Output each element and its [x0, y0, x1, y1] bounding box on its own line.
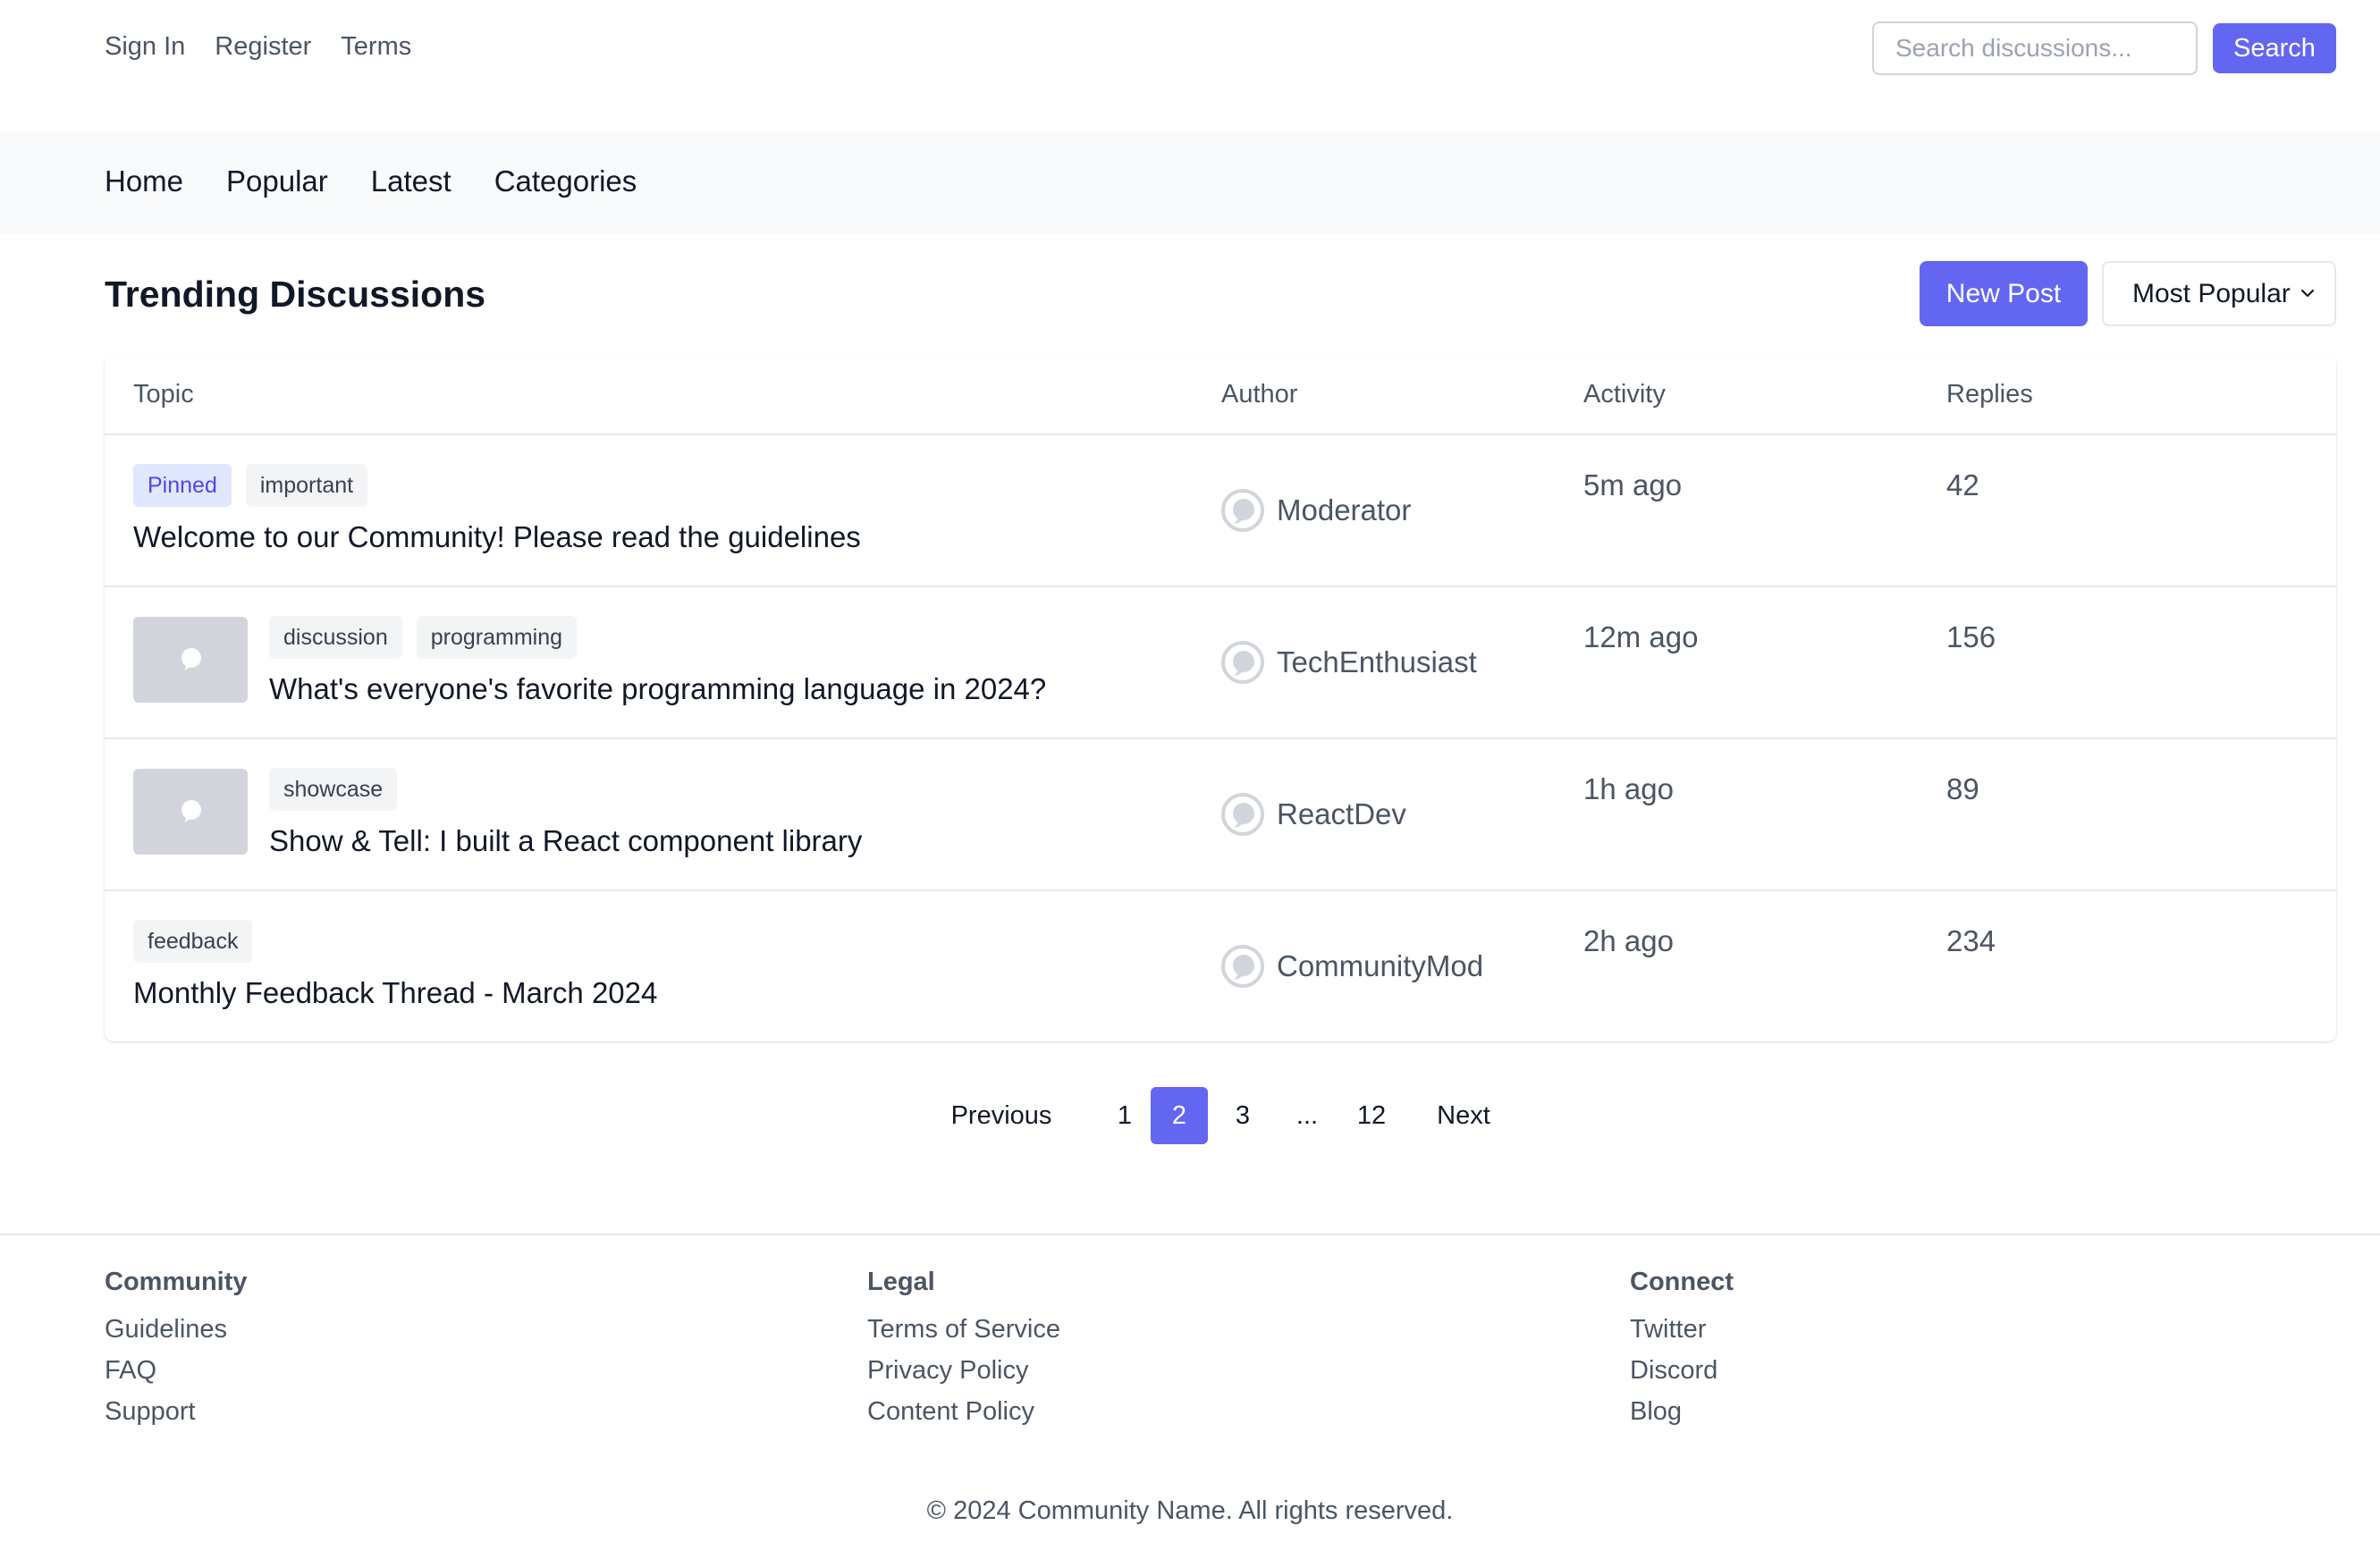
page-3-button[interactable]: 3	[1214, 1087, 1271, 1144]
sort-select[interactable]: Most Popular	[2102, 261, 2336, 326]
footer-link-content-policy[interactable]: Content Policy	[867, 1397, 1060, 1427]
image-placeholder-icon	[181, 648, 201, 670]
author-name: ReactDev	[1277, 797, 1406, 830]
thumbnail-image	[133, 617, 248, 703]
top-links: Sign In Register Terms	[105, 32, 411, 62]
page-2-button[interactable]: 2	[1151, 1087, 1208, 1144]
footer-heading: Connect	[1630, 1268, 1734, 1296]
previous-page-button[interactable]: Previous	[933, 1087, 1069, 1144]
image-placeholder-icon	[181, 800, 201, 822]
author-name: TechEnthusiast	[1277, 645, 1477, 678]
footer-link-twitter[interactable]: Twitter	[1630, 1315, 1734, 1344]
topic-title[interactable]: What's everyone's favorite programming l…	[269, 672, 1046, 706]
reply-count: 89	[1946, 772, 1979, 805]
footer: Community Guidelines FAQ Support Legal T…	[0, 1234, 2380, 1559]
tag-list: Pinned important	[133, 464, 368, 507]
column-activity: Activity	[1583, 380, 1666, 409]
page-1-button[interactable]: 1	[1096, 1087, 1153, 1144]
activity-time: 2h ago	[1583, 924, 1674, 957]
page-12-button[interactable]: 12	[1343, 1087, 1400, 1144]
main-nav: Home Popular Latest Categories	[0, 132, 2380, 233]
tag[interactable]: feedback	[133, 920, 253, 963]
pagination: Previous 1 2 3 ... 12 Next	[0, 1087, 2380, 1144]
sort-select-value: Most Popular	[2132, 278, 2291, 308]
activity-time: 1h ago	[1583, 772, 1674, 805]
tag[interactable]: programming	[416, 616, 578, 659]
pinned-badge[interactable]: Pinned	[133, 464, 232, 507]
discussions-table: Topic Author Activity Replies Pinned imp…	[105, 356, 2336, 1041]
author[interactable]: CommunityMod	[1221, 945, 1483, 988]
topic-title[interactable]: Monthly Feedback Thread - March 2024	[133, 976, 657, 1010]
tag-list: discussion programming	[269, 616, 578, 659]
footer-link-terms-of-service[interactable]: Terms of Service	[867, 1315, 1060, 1344]
author-name: CommunityMod	[1277, 949, 1484, 982]
activity-time: 12m ago	[1583, 620, 1699, 653]
nav-latest[interactable]: Latest	[371, 164, 452, 198]
table-row[interactable]: showcase Show & Tell: I built a React co…	[105, 739, 2336, 891]
footer-link-blog[interactable]: Blog	[1630, 1397, 1734, 1427]
nav-popular[interactable]: Popular	[226, 164, 328, 198]
tag-list: feedback	[133, 920, 253, 963]
footer-column-legal: Legal Terms of Service Privacy Policy Co…	[867, 1268, 1060, 1438]
tag[interactable]: showcase	[269, 768, 398, 811]
table-row[interactable]: Pinned important Welcome to our Communit…	[105, 435, 2336, 587]
avatar-icon	[1221, 641, 1264, 684]
page-ellipsis: ...	[1295, 1100, 1319, 1130]
avatar-icon	[1221, 793, 1264, 836]
nav-home[interactable]: Home	[105, 164, 183, 198]
nav-categories[interactable]: Categories	[494, 164, 637, 198]
tag[interactable]: discussion	[269, 616, 402, 659]
table-row[interactable]: discussion programming What's everyone's…	[105, 587, 2336, 739]
copyright-text: © 2024 Community Name. All rights reserv…	[926, 1496, 1454, 1525]
page-title: Trending Discussions	[105, 274, 486, 315]
new-post-button[interactable]: New Post	[1920, 261, 2088, 326]
thumbnail-image	[133, 769, 248, 855]
sign-in-link[interactable]: Sign In	[105, 32, 185, 62]
topic-title[interactable]: Welcome to our Community! Please read th…	[133, 520, 861, 554]
search-bar: Search	[1872, 21, 2336, 75]
search-button[interactable]: Search	[2213, 23, 2336, 73]
register-link[interactable]: Register	[215, 32, 311, 62]
footer-link-guidelines[interactable]: Guidelines	[105, 1315, 248, 1344]
author-name: Moderator	[1277, 493, 1412, 527]
author[interactable]: Moderator	[1221, 489, 1411, 532]
reply-count: 234	[1946, 924, 1996, 957]
avatar-icon	[1221, 489, 1264, 532]
author[interactable]: TechEnthusiast	[1221, 641, 1477, 684]
footer-heading: Community	[105, 1268, 248, 1296]
footer-link-support[interactable]: Support	[105, 1397, 248, 1427]
avatar-icon	[1221, 945, 1264, 988]
table-header: Topic Author Activity Replies	[105, 356, 2336, 435]
table-row[interactable]: feedback Monthly Feedback Thread - March…	[105, 891, 2336, 1041]
footer-column-community: Community Guidelines FAQ Support	[105, 1268, 248, 1438]
footer-link-discord[interactable]: Discord	[1630, 1356, 1734, 1386]
next-page-button[interactable]: Next	[1423, 1087, 1504, 1144]
topic-title[interactable]: Show & Tell: I built a React component l…	[269, 824, 862, 858]
tag[interactable]: important	[245, 464, 368, 507]
column-topic: Topic	[133, 380, 194, 409]
footer-column-connect: Connect Twitter Discord Blog	[1630, 1268, 1734, 1438]
footer-heading: Legal	[867, 1268, 935, 1296]
terms-link[interactable]: Terms	[341, 32, 411, 62]
footer-link-privacy-policy[interactable]: Privacy Policy	[867, 1356, 1060, 1386]
footer-link-faq[interactable]: FAQ	[105, 1356, 248, 1386]
activity-time: 5m ago	[1583, 468, 1683, 501]
tag-list: showcase	[269, 768, 398, 811]
reply-count: 156	[1946, 620, 1996, 653]
column-author: Author	[1221, 380, 1298, 409]
search-input[interactable]	[1872, 21, 2198, 75]
chevron-down-icon	[2300, 289, 2315, 298]
column-replies: Replies	[1946, 380, 2033, 409]
reply-count: 42	[1946, 468, 1979, 501]
top-bar: Sign In Register Terms Search	[0, 0, 2380, 132]
author[interactable]: ReactDev	[1221, 793, 1406, 836]
